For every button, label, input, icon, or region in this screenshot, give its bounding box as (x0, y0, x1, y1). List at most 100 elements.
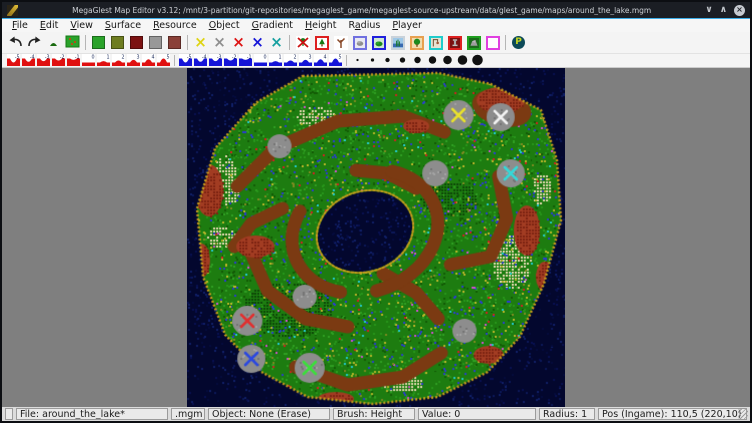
menu-height[interactable]: Height (299, 20, 342, 31)
object-big-rock-button[interactable] (464, 33, 483, 52)
brush-gradient-0-button[interactable]: 0 (253, 54, 268, 67)
brush-height-1-button[interactable]: 1 (96, 54, 111, 67)
object-big-tree-button[interactable] (407, 33, 426, 52)
random-height-icon (65, 33, 80, 52)
svg-text:-1: -1 (247, 54, 252, 60)
surface-ground-button[interactable] (165, 33, 184, 52)
radius-7-button[interactable] (440, 54, 455, 67)
undo-button[interactable] (6, 33, 25, 52)
svg-text:-4: -4 (202, 54, 207, 60)
svg-text:-4: -4 (30, 54, 35, 60)
status-brush: Brush: Height (333, 408, 415, 420)
menu-radius[interactable]: Radius (342, 20, 386, 31)
object-invisible-button[interactable] (483, 33, 502, 52)
object-statue-button[interactable] (445, 33, 464, 52)
resource-stone-button[interactable]: × (210, 33, 229, 52)
svg-text:-3: -3 (45, 54, 50, 60)
object-none-erase-button[interactable] (293, 33, 312, 52)
brush-gradient--1-button[interactable]: -1 (238, 54, 253, 67)
brush-gradient-5-button[interactable]: 5 (328, 54, 343, 67)
brush-height--5-button[interactable]: -5 (6, 54, 21, 67)
menu-player[interactable]: Player (386, 20, 428, 31)
resource-gold-button[interactable]: × (191, 33, 210, 52)
radius-5-button[interactable] (410, 54, 425, 67)
brush-gradient--5-button[interactable]: -5 (178, 54, 193, 67)
brush-gradient-3-button[interactable]: 3 (298, 54, 313, 67)
object-tree-icon (315, 36, 329, 50)
surface-stone-button[interactable] (146, 33, 165, 52)
surface-road-button[interactable] (127, 33, 146, 52)
radius-6-button[interactable] (425, 54, 440, 67)
brush-gradient-2-button[interactable]: 2 (283, 54, 298, 67)
radius-4-button[interactable] (395, 54, 410, 67)
svg-text:0: 0 (92, 54, 95, 60)
players-button[interactable]: P (509, 33, 528, 52)
radius-9-button[interactable] (470, 54, 485, 67)
menu-bar: FileEditViewSurfaceResourceObjectGradien… (2, 19, 750, 32)
toolbar-separator (505, 35, 506, 50)
svg-text:2: 2 (122, 54, 125, 60)
radius-1-button[interactable] (350, 54, 365, 67)
surface-grass-icon (92, 36, 105, 49)
object-invisible-icon (486, 36, 500, 50)
brush-height-2-button[interactable]: 2 (111, 54, 126, 67)
brush-height-5-button[interactable]: 5 (156, 54, 171, 67)
brush-height--2-button[interactable]: -2 (51, 54, 66, 67)
object-tree-button[interactable] (312, 33, 331, 52)
brush-gradient--3-button[interactable]: -3 (208, 54, 223, 67)
object-stone-button[interactable] (350, 33, 369, 52)
status-radius: Radius: 1 (539, 408, 595, 420)
resource-gold-icon: × (194, 36, 207, 49)
svg-text:3: 3 (137, 54, 140, 60)
brush-height-0-button[interactable]: 0 (81, 54, 96, 67)
brush-gradient--2-button[interactable]: -2 (223, 54, 238, 67)
toolbar-separator (289, 35, 290, 50)
object-bush-button[interactable] (369, 33, 388, 52)
menu-object[interactable]: Object (203, 20, 246, 31)
object-water-object-button[interactable] (388, 33, 407, 52)
radius-8-button[interactable] (455, 54, 470, 67)
maximize-button[interactable]: ∧ (720, 6, 727, 15)
resource-custom2-button[interactable]: × (248, 33, 267, 52)
brush-gradient--4-button[interactable]: -4 (193, 54, 208, 67)
brush-height--1-button[interactable]: -1 (66, 54, 81, 67)
radius-2-button[interactable] (365, 54, 380, 67)
close-button[interactable]: × (734, 5, 745, 16)
menu-gradient[interactable]: Gradient (246, 20, 299, 31)
minimize-button[interactable]: ∨ (705, 6, 712, 15)
brush-height-3-button[interactable]: 3 (126, 54, 141, 67)
surface-grass-button[interactable] (89, 33, 108, 52)
object-hanged-button[interactable] (426, 33, 445, 52)
brush-height-4-button[interactable]: 4 (141, 54, 156, 67)
status-object: Object: None (Erase) (208, 408, 330, 420)
object-bush-icon (372, 36, 386, 50)
brush-gradient-4-button[interactable]: 4 (313, 54, 328, 67)
brush-height--3-button[interactable]: -3 (36, 54, 51, 67)
svg-text:-5: -5 (15, 54, 20, 60)
menu-file[interactable]: File (6, 20, 34, 31)
brush-toolbar: -5-4-3-2-1012345-5-4-3-2-1012345 (2, 54, 750, 68)
title-bar[interactable]: MegaGlest Map Editor v3.12; /mnt/3-parti… (2, 2, 750, 19)
redo-button[interactable] (25, 33, 44, 52)
menu-surface[interactable]: Surface (99, 20, 147, 31)
radius-3-button[interactable] (380, 54, 395, 67)
height-brush-button[interactable] (44, 33, 63, 52)
svg-text:-3: -3 (217, 54, 222, 60)
brush-height--4-button[interactable]: -4 (21, 54, 36, 67)
resize-grip[interactable] (738, 409, 748, 419)
menu-view[interactable]: View (64, 20, 99, 31)
surface-secondary-grass-button[interactable] (108, 33, 127, 52)
resource-custom1-button[interactable]: × (229, 33, 248, 52)
object-dead-tree-button[interactable] (331, 33, 350, 52)
svg-text:2: 2 (294, 54, 297, 60)
menu-resource[interactable]: Resource (147, 20, 203, 31)
random-height-button[interactable] (63, 33, 82, 52)
brush-gradient-1-button[interactable]: 1 (268, 54, 283, 67)
svg-text:4: 4 (152, 54, 155, 60)
svg-text:-1: -1 (75, 54, 80, 60)
surface-ground-icon (168, 36, 181, 49)
menu-edit[interactable]: Edit (34, 20, 64, 31)
object-big-rock-icon (467, 36, 481, 50)
map-canvas[interactable] (187, 68, 564, 407)
resource-custom3-button[interactable]: × (267, 33, 286, 52)
